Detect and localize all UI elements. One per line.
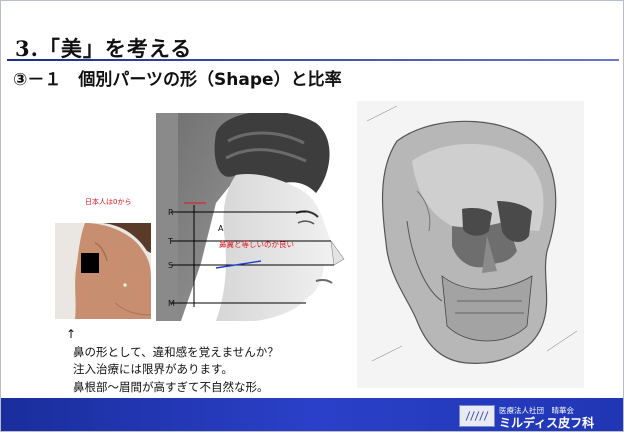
clinic-logo: [459, 405, 495, 427]
title-divider: [7, 59, 619, 61]
patient-profile-photo: [55, 223, 151, 319]
marker-a: A: [218, 224, 224, 233]
marker-r: R: [168, 208, 174, 217]
skull-drawing: [357, 101, 584, 388]
body-text-line-3: 鼻根部～眉間が高すぎて不自然な形。: [73, 380, 269, 394]
body-text-line-2: 注入治療には限界があります。: [73, 362, 233, 376]
patient-profile-illustration: [55, 223, 151, 319]
clinic-logo-mark: [465, 411, 489, 421]
footer-clinic-name: ミルディス皮フ科: [499, 416, 595, 430]
pointer-arrow: ↑: [66, 327, 77, 341]
anatomical-skull-sketch: [357, 101, 584, 388]
body-text-line-1: 鼻の形として、違和感を覚えませんか？: [73, 345, 279, 359]
slide-subtitle: ③－１ 個別パーツの形（Shape）と比率: [13, 70, 342, 90]
profile-portrait-image: R T S M A: [156, 113, 346, 321]
profile-portrait-drawing: R T S M A: [156, 113, 346, 321]
annotation-japanese-ratio: 日本人は0から: [85, 198, 132, 206]
marker-s: S: [168, 261, 173, 270]
annotation-nose-ala: 鼻翼と等しいのが良い: [219, 240, 294, 249]
marker-t: T: [167, 237, 173, 246]
slide: 3.「美」を考える ③－１ 個別パーツの形（Shape）と比率 R T S M …: [0, 0, 624, 432]
marker-m: M: [168, 299, 175, 308]
